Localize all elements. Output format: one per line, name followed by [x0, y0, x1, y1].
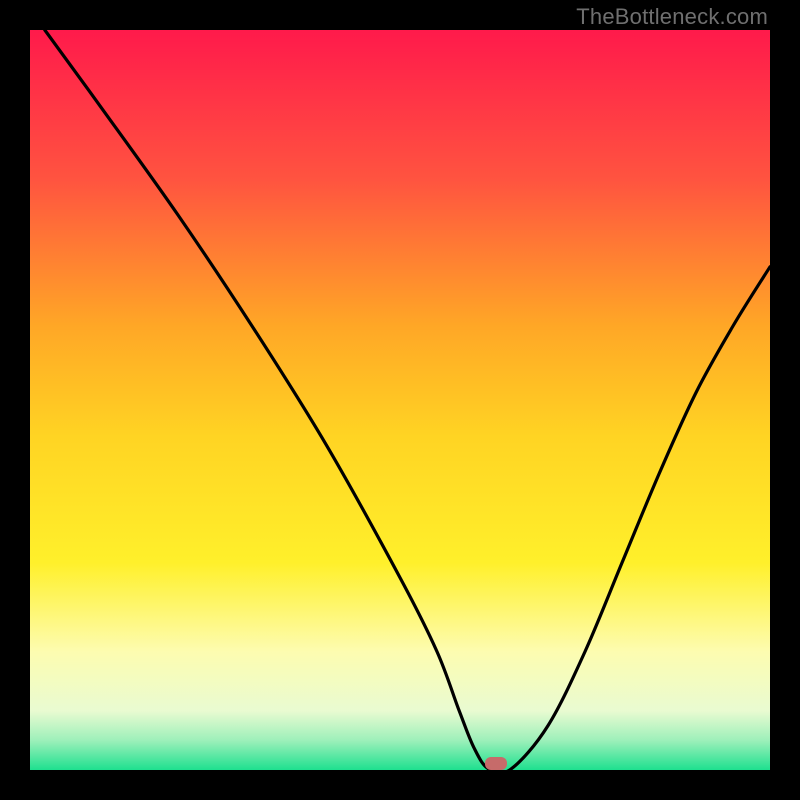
plot-area — [30, 30, 770, 770]
bottleneck-curve — [45, 30, 770, 770]
watermark-text: TheBottleneck.com — [576, 4, 768, 30]
curve-svg — [30, 30, 770, 770]
optimal-point-marker — [485, 757, 507, 770]
chart-frame: TheBottleneck.com — [0, 0, 800, 800]
